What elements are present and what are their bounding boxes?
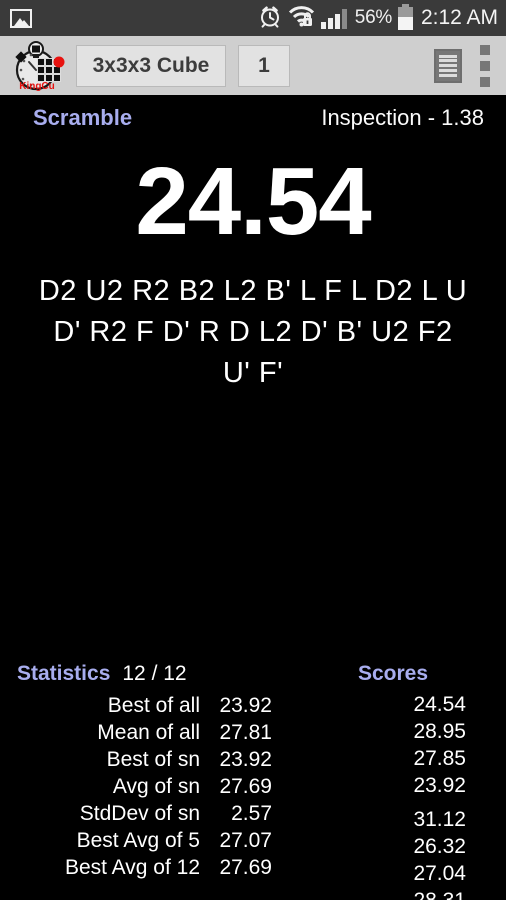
scramble-label: Scramble [33,105,133,130]
statistics-row: Best Avg of 5 27.07 [0,827,300,854]
scramble-line: D' R2 F D' R D L2 D' B' U2 F2 [53,316,453,348]
score-item[interactable]: 24.54 [300,691,466,718]
scores-list: 24.54 28.95 27.85 23.92 31.12 26.32 27.0… [300,691,506,900]
list-view-icon[interactable] [434,48,462,83]
statistics-row-value: 23.92 [219,694,272,717]
statistics-row: Best of all 23.92 [0,692,300,719]
toolbar-actions [434,44,496,87]
scramble-line: U' F' [222,357,284,389]
session-number-spinner[interactable]: 1 [238,44,290,87]
statistics-row-value: 27.69 [219,856,272,879]
session-number-label: 1 [258,53,270,77]
battery-icon [397,3,413,30]
puzzle-type-spinner[interactable]: 3x3x3 Cube [76,44,226,87]
puzzle-type-label: 3x3x3 Cube [92,53,210,77]
status-bar-system-icons: 56% 2:12 AM [258,3,498,33]
main-content[interactable]: Scramble Inspection - 1.38 24.54 D2 U2 R… [0,99,506,900]
statistics-row-label: Best Avg of 12 [64,856,200,879]
statistics-row-value: 27.07 [219,829,272,852]
statistics-row-label: StdDev of sn [79,802,200,825]
statistics-row: StdDev of sn 2.57 [0,800,300,827]
inspection-label: Inspection - 1.38 [321,105,484,130]
statistics-title: Statistics [17,662,111,685]
scores-panel: Scores 24.54 28.95 27.85 23.92 31.12 26.… [300,662,506,900]
statistics-row: Best of sn 23.92 [0,746,300,773]
status-bar-clock: 2:12 AM [420,6,498,29]
statistics-row: Mean of all 27.81 [0,719,300,746]
statistics-row: Avg of sn 27.69 [0,773,300,800]
statistics-row-label: Best Avg of 5 [76,829,200,852]
statistics-row: Best Avg of 12 27.69 [0,854,300,881]
battery-percent-label: 56% [354,7,392,28]
system-status-bar: 56% 2:12 AM [0,0,506,36]
app-root: 56% 2:12 AM KingCu 3x3x3 Cube 1 Scramble… [0,0,506,900]
app-toolbar: KingCu 3x3x3 Cube 1 [0,36,506,97]
score-item[interactable]: 28.31 [300,887,466,900]
statistics-row-value: 27.81 [219,721,272,744]
timer-display[interactable]: 24.54 [0,147,506,257]
score-item[interactable]: 31.12 [300,806,466,833]
image-icon [10,8,32,28]
statistics-row-value: 23.92 [219,748,272,771]
statistics-row-value: 27.69 [219,775,272,798]
score-item[interactable]: 28.95 [300,718,466,745]
score-item[interactable]: 26.32 [300,833,466,860]
scramble-sequence: D2 U2 R2 B2 L2 B' L F L D2 L U D' R2 F D… [8,271,498,394]
statistics-panel: Statistics 12 / 12 Best of all 23.92 Mea… [0,662,300,881]
score-item[interactable]: 23.92 [300,772,466,799]
statistics-row-label: Best of all [107,694,200,717]
scramble-line: D2 U2 R2 B2 L2 B' L F L D2 L U [38,275,468,307]
statistics-row-label: Avg of sn [112,775,200,798]
statistics-count: 12 / 12 [122,662,187,685]
scores-title: Scores [358,662,429,685]
overflow-menu-icon[interactable] [480,44,490,87]
alarm-clock-icon [258,4,282,33]
statistics-row-label: Mean of all [97,721,200,744]
cellular-signal-icon [320,7,349,29]
statistics-row-label: Best of sn [106,748,200,771]
statistics-header: Statistics 12 / 12 [0,662,300,686]
statistics-rows: Best of all 23.92 Mean of all 27.81 Best… [0,692,300,881]
kingcu-stopwatch-logo: KingCu [10,40,66,92]
scramble-header-row: Scramble Inspection - 1.38 [0,105,506,135]
score-item[interactable]: 27.85 [300,745,466,772]
svg-text:KingCu: KingCu [19,81,55,92]
status-bar-notifications [10,8,32,28]
score-item[interactable]: 27.04 [300,860,466,887]
statistics-row-value: 2.57 [231,802,272,825]
wifi-secured-icon [288,5,315,32]
